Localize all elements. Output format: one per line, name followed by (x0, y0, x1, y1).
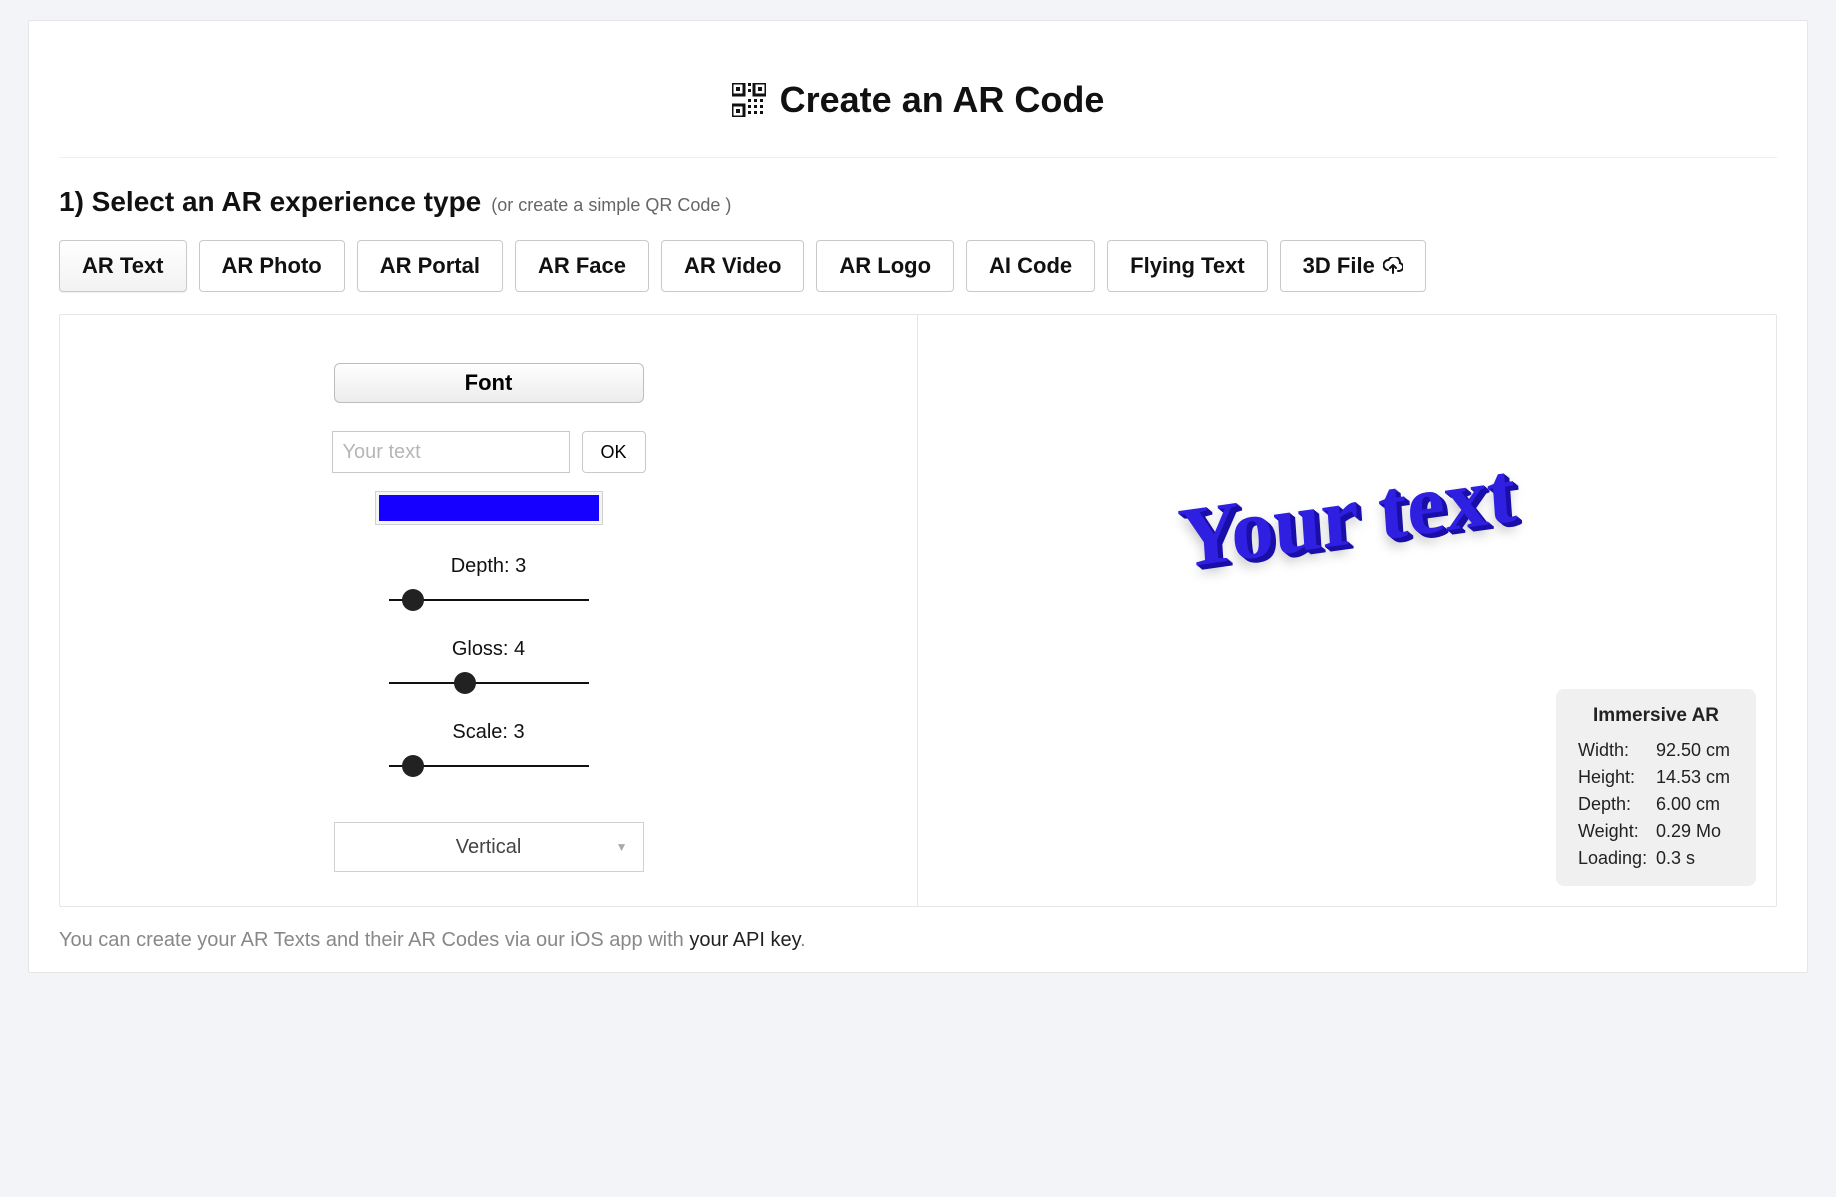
color-swatch[interactable] (379, 495, 599, 521)
preview-pane: Your text Immersive AR Width: 92.50 cm H… (918, 315, 1776, 906)
tab-ai-code[interactable]: AI Code (966, 240, 1095, 292)
api-key-link[interactable]: your API key (689, 929, 800, 951)
tab-ar-text[interactable]: AR Text (59, 240, 187, 292)
text-input-row: OK (332, 431, 646, 473)
depth-slider[interactable] (389, 592, 589, 608)
upload-icon (1383, 257, 1403, 275)
tab-ar-video[interactable]: AR Video (661, 240, 804, 292)
preview-3d-text: Your text (1175, 441, 1519, 588)
tab-ar-logo[interactable]: AR Logo (816, 240, 954, 292)
qr-code-icon (732, 83, 766, 117)
simple-qr-link[interactable]: simple QR Code (588, 195, 720, 215)
step1-row: 1) Select an AR experience type (or crea… (59, 186, 1777, 218)
scale-slider[interactable] (389, 758, 589, 774)
gloss-slider[interactable] (389, 675, 589, 691)
page-title: Create an AR Code (780, 79, 1105, 121)
gloss-slider-block: Gloss: 4 (389, 638, 589, 691)
tab-ar-face[interactable]: AR Face (515, 240, 649, 292)
editor-panel: Font OK Depth: 3 Gloss: 4 (59, 314, 1777, 907)
stats-loading: Loading: 0.3 s (1578, 845, 1734, 872)
tab-ar-portal[interactable]: AR Portal (357, 240, 503, 292)
stats-weight: Weight: 0.29 Mo (1578, 818, 1734, 845)
font-button[interactable]: Font (334, 363, 644, 403)
color-picker[interactable] (375, 491, 603, 525)
stats-title: Immersive AR (1578, 705, 1734, 727)
main-card: Create an AR Code 1) Select an AR experi… (28, 20, 1808, 973)
tab-ar-photo[interactable]: AR Photo (199, 240, 345, 292)
tab-3d-file[interactable]: 3D File (1280, 240, 1426, 292)
stats-height: Height: 14.53 cm (1578, 764, 1734, 791)
gloss-label: Gloss: 4 (389, 638, 589, 661)
page-title-row: Create an AR Code (59, 51, 1777, 158)
step1-subtext: (or create a simple QR Code ) (491, 195, 731, 216)
stats-depth: Depth: 6.00 cm (1578, 791, 1734, 818)
depth-label: Depth: 3 (389, 555, 589, 578)
orientation-select-wrap: Vertical ▼ (334, 822, 644, 872)
ok-button[interactable]: OK (582, 431, 646, 473)
step1-heading: 1) Select an AR experience type (59, 186, 481, 218)
footer-note: You can create your AR Texts and their A… (59, 929, 1777, 952)
tab-flying-text[interactable]: Flying Text (1107, 240, 1268, 292)
experience-type-tabs: AR Text AR Photo AR Portal AR Face AR Vi… (59, 240, 1777, 292)
orientation-select[interactable]: Vertical (334, 822, 644, 872)
stats-box: Immersive AR Width: 92.50 cm Height: 14.… (1556, 689, 1756, 886)
scale-label: Scale: 3 (389, 721, 589, 744)
depth-slider-block: Depth: 3 (389, 555, 589, 608)
text-input[interactable] (332, 431, 570, 473)
tab-3d-file-label: 3D File (1303, 255, 1375, 277)
controls-pane: Font OK Depth: 3 Gloss: 4 (60, 315, 918, 906)
scale-slider-block: Scale: 3 (389, 721, 589, 774)
stats-width: Width: 92.50 cm (1578, 737, 1734, 764)
